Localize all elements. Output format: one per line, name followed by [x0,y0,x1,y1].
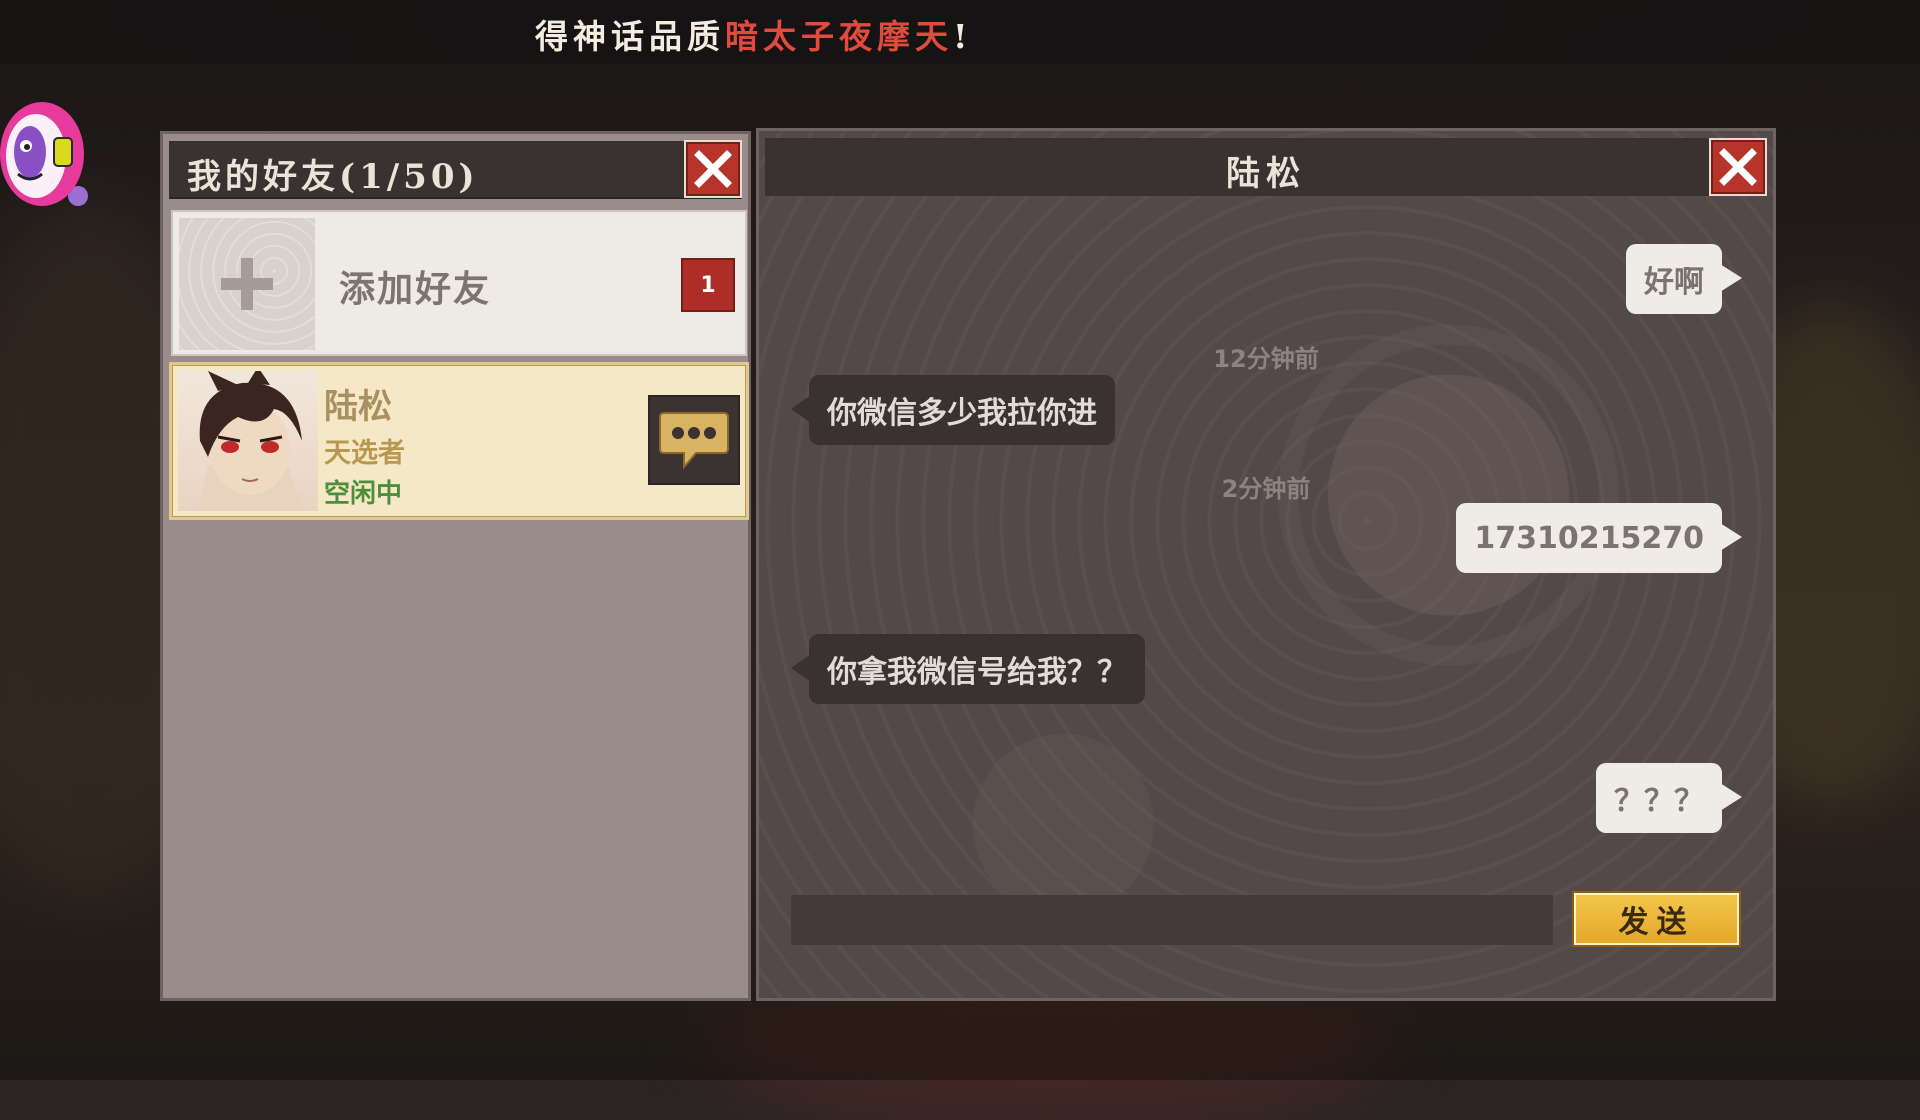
chat-message-mine: ？？？ [1596,763,1742,833]
close-icon [1719,148,1757,186]
mascot-icon[interactable] [0,92,90,214]
chat-message-theirs: 你拿我微信号给我？？ [791,634,1145,704]
chat-message-mine: 好啊 [1626,244,1742,314]
chat-close-button[interactable] [1709,138,1767,196]
chat-bubble-icon [659,412,729,470]
avatar [178,371,318,511]
friends-panel-header: 我的好友(1/50) [169,140,742,199]
add-friend-icon-box [179,218,315,350]
marquee-highlight: 暗太子夜摩天 [725,17,953,56]
marquee-suffix: ! [953,17,973,56]
friend-name: 陆松 [324,387,392,427]
top-banner: 得神话品质暗太子夜摩天! [0,0,1920,64]
message-input[interactable] [791,895,1553,945]
friends-panel: 我的好友(1/50) 添加好友 1 陆松 天选者 空闲中 [160,131,751,1001]
chat-message-mine: 17310215270 [1456,503,1742,573]
friends-close-button[interactable] [684,140,742,198]
add-friend-label: 添加好友 [339,269,492,310]
send-button[interactable]: 发送 [1574,893,1739,945]
chat-panel: 陆松 好啊 12分钟前 你微信多少我拉你进 2分钟前 17310215270 你… [756,128,1776,1001]
close-icon [694,150,732,188]
add-friend-row[interactable]: 添加好友 1 [171,210,747,356]
chat-header: 陆松 [765,138,1767,196]
chat-timestamp: 2分钟前 [1221,475,1311,503]
friend-status: 空闲中 [324,479,403,509]
chat-title: 陆松 [1226,154,1306,194]
marquee-prefix: 得神话品质 [535,17,725,56]
chat-timestamp: 12分钟前 [1213,345,1319,373]
friends-panel-title: 我的好友(1/50) [187,157,479,197]
plus-icon [221,258,273,310]
chat-message-theirs: 你微信多少我拉你进 [791,375,1115,445]
friend-rank-title: 天选者 [324,438,405,469]
friend-request-badge: 1 [681,258,735,312]
announcement-marquee: 得神话品质暗太子夜摩天! [535,10,973,56]
friend-list-item[interactable]: 陆松 天选者 空闲中 [169,362,749,520]
open-chat-button[interactable] [648,395,740,485]
